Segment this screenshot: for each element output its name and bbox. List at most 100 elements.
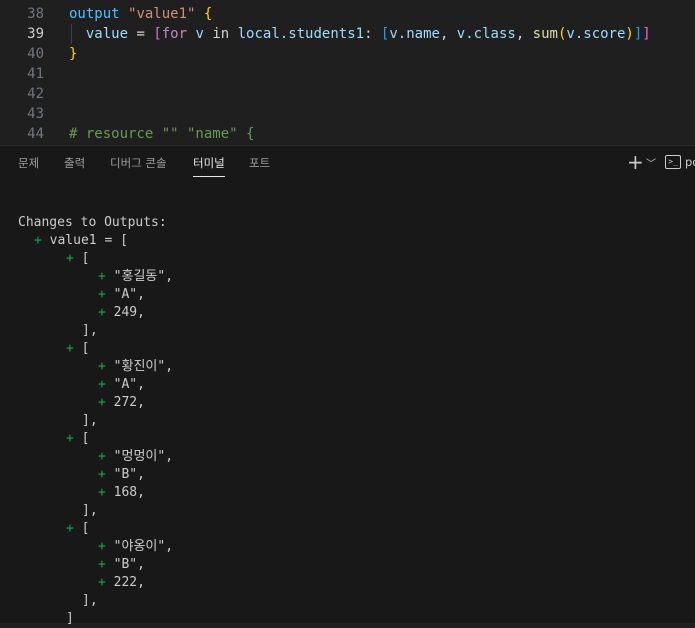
terminal-line: + [ <box>66 250 89 268</box>
editor-line[interactable]: 43 <box>0 104 695 124</box>
code-token: v.class <box>456 26 516 42</box>
terminal-line: + value1 = [ <box>34 232 128 250</box>
code-token: sum <box>532 26 558 42</box>
panel-tab[interactable]: 포트 <box>249 155 270 171</box>
indent-guide <box>71 24 72 44</box>
code-token: v.score <box>566 26 626 42</box>
line-code: value = [for v in local.students1: [v.na… <box>69 24 651 44</box>
terminal-line: + "멍멍이", <box>98 448 173 466</box>
line-number: 44 <box>27 126 44 142</box>
terminal-line: + 168, <box>98 484 145 502</box>
diff-add-marker: + <box>98 269 114 284</box>
code-token: } <box>69 46 78 62</box>
diff-add-marker: + <box>66 341 82 356</box>
terminal-text: "B", <box>113 467 145 482</box>
terminal-text: [ <box>81 431 90 446</box>
code-editor[interactable]: 38 output "value1" {39 value = [for v in … <box>0 0 695 145</box>
code-token: { <box>203 6 213 22</box>
terminal-line: ], <box>82 502 98 520</box>
diff-add-marker: + <box>98 359 114 374</box>
terminal-line: + "A", <box>98 286 145 304</box>
terminal-line: + [ <box>66 520 89 538</box>
line-number: 41 <box>27 66 44 82</box>
editor-line[interactable]: 44 # resource "" "name" { <box>0 124 695 144</box>
terminal-text: 222, <box>113 575 145 590</box>
terminal-text: "야옹이", <box>113 539 174 554</box>
code-token: [ <box>153 26 162 42</box>
code-token: ] <box>642 26 651 42</box>
terminal-text: "B", <box>113 557 145 572</box>
diff-add-marker: + <box>98 557 114 572</box>
line-number: 40 <box>27 46 44 62</box>
bottom-panel: + ﹀ >_ pc 문제 출력 디버그 콘솔 터미널 포트 Changes to Out… <box>0 145 695 626</box>
panel-tab[interactable]: 문제 <box>18 155 39 171</box>
diff-add-marker: + <box>66 251 82 266</box>
diff-add-marker: + <box>98 539 114 554</box>
code-token: # resource "" "name" { <box>69 126 255 142</box>
terminal-line: ], <box>82 322 98 340</box>
terminal-line: + "홍길동", <box>98 268 173 286</box>
terminal-line: + 249, <box>98 304 145 322</box>
terminal-text: ], <box>82 323 98 338</box>
terminal-text: "멍멍이", <box>113 449 174 464</box>
terminal-text: [ <box>81 251 90 266</box>
editor-line[interactable]: 41 <box>0 64 695 84</box>
terminal-text: ], <box>82 503 98 518</box>
terminal-line: + [ <box>66 340 89 358</box>
code-token: for <box>161 26 188 42</box>
terminal-line: ], <box>82 412 98 430</box>
diff-add-marker: + <box>98 377 114 392</box>
editor-line[interactable]: 40} <box>0 44 695 64</box>
line-code: output "value1" { <box>69 4 212 24</box>
editor-line[interactable]: 42 <box>0 84 695 104</box>
chevron-down-icon[interactable]: ﹀ <box>646 155 656 170</box>
code-token: v.name <box>389 26 440 42</box>
code-token: , <box>515 26 533 42</box>
terminal-text: value1 = [ <box>49 233 128 248</box>
code-token: = <box>128 26 154 42</box>
terminal-line: + "B", <box>98 466 145 484</box>
code-token: in <box>212 26 230 42</box>
diff-add-marker: + <box>98 395 114 410</box>
diff-add-marker: + <box>66 521 82 536</box>
terminal-line: ] <box>66 610 74 628</box>
terminal-line: + [ <box>66 430 89 448</box>
terminal-text: 249, <box>113 305 145 320</box>
terminal-icon[interactable]: >_ <box>665 155 681 169</box>
diff-add-marker: + <box>66 431 82 446</box>
line-number: 38 <box>27 6 44 22</box>
editor-line[interactable]: 38 output "value1" { <box>0 4 695 24</box>
terminal-text: "홍길동", <box>113 269 174 284</box>
terminal-line: + "A", <box>98 376 145 394</box>
panel-tab[interactable]: 디버그 콘솔 <box>110 155 167 171</box>
terminal-text: ], <box>82 413 98 428</box>
terminal-line: + "야옹이", <box>98 538 173 556</box>
editor-line[interactable]: 39 value = [for v in local.students1: [v… <box>0 24 695 44</box>
terminal-text: [ <box>81 341 90 356</box>
terminal-text: ], <box>82 593 98 608</box>
diff-add-marker: + <box>98 305 114 320</box>
line-number: 42 <box>27 86 44 102</box>
terminal-text: "A", <box>113 377 145 392</box>
code-token: local.students1 <box>229 26 365 42</box>
terminal-text: ] <box>66 611 74 626</box>
terminal-text: 168, <box>113 485 145 500</box>
terminal-text: Changes to Outputs: <box>18 215 167 230</box>
diff-add-marker: + <box>98 449 114 464</box>
diff-add-marker: + <box>98 485 114 500</box>
terminal-line: + 222, <box>98 574 145 592</box>
terminal-text: 272, <box>113 395 145 410</box>
code-token: value <box>85 26 129 42</box>
code-token: v <box>187 26 213 42</box>
panel-tab[interactable]: 터미널 <box>193 155 225 177</box>
code-token: : <box>364 26 381 42</box>
terminal-line: + "B", <box>98 556 145 574</box>
panel-tab[interactable]: 출력 <box>64 155 85 171</box>
terminal-line: + "황진이", <box>98 358 173 376</box>
plus-icon[interactable]: + <box>627 152 644 172</box>
terminal-profile-label[interactable]: pc <box>685 155 695 169</box>
terminal-text: "황진이", <box>113 359 174 374</box>
terminal-line: Changes to Outputs: <box>18 214 167 232</box>
